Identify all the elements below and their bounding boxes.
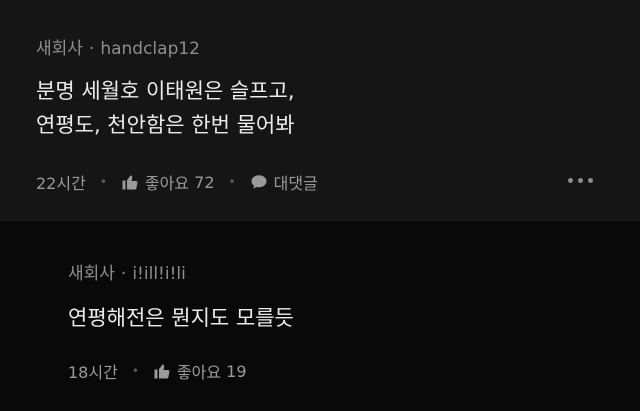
reply-button[interactable]: 대댓글 xyxy=(250,170,318,194)
thumbs-up-icon xyxy=(121,173,139,191)
comment-actions: 18시간 • 좋아요 19 xyxy=(68,359,247,383)
comment-line: 연평도, 천안함은 한번 물어봐 xyxy=(36,113,295,137)
comment-body: 연평해전은 뭔지도 모를듯 xyxy=(68,301,294,335)
comment-meta: 새회사 · i!ill!i!li xyxy=(68,259,186,284)
meta-separator: · xyxy=(88,39,95,59)
comment-time: 22시간 xyxy=(36,174,86,193)
like-count: 72 xyxy=(194,172,215,192)
reply-label: 대댓글 xyxy=(273,174,318,193)
comment-line: 연평해전은 뭔지도 모를듯 xyxy=(68,306,294,330)
action-separator: • xyxy=(99,175,107,189)
comment-time: 18시간 xyxy=(68,363,118,382)
author-name[interactable]: handclap12 xyxy=(100,39,200,59)
like-button[interactable]: 좋아요 19 xyxy=(153,359,247,383)
like-label: 좋아요 xyxy=(144,174,190,193)
reply-item: 새회사 · i!ill!i!li 연평해전은 뭔지도 모를듯 18시간 • 좋아요 … xyxy=(0,220,640,411)
action-separator: • xyxy=(228,175,236,189)
speech-bubble-icon xyxy=(250,173,268,191)
comment-item: 새회사 · handclap12 분명 세월호 이태원은 슬프고, 연평도, 천안함… xyxy=(0,0,640,220)
company-label: 새회사 xyxy=(36,39,83,59)
comment-actions: 22시간 • 좋아요 72 • 대댓글 xyxy=(36,170,318,194)
author-name[interactable]: i!ill!i!li xyxy=(132,264,186,284)
thumbs-up-icon xyxy=(153,362,171,380)
meta-separator: · xyxy=(120,264,127,284)
comment-line: 분명 세월호 이태원은 슬프고, xyxy=(36,79,295,103)
like-count: 19 xyxy=(226,361,247,381)
comment-meta: 새회사 · handclap12 xyxy=(36,34,200,59)
like-button[interactable]: 좋아요 72 xyxy=(121,170,215,194)
like-label: 좋아요 xyxy=(176,363,222,382)
company-label: 새회사 xyxy=(68,264,115,284)
action-separator: • xyxy=(131,364,139,378)
more-dots-icon[interactable] xyxy=(568,178,593,183)
comment-body: 분명 세월호 이태원은 슬프고, 연평도, 천안함은 한번 물어봐 xyxy=(36,74,295,142)
